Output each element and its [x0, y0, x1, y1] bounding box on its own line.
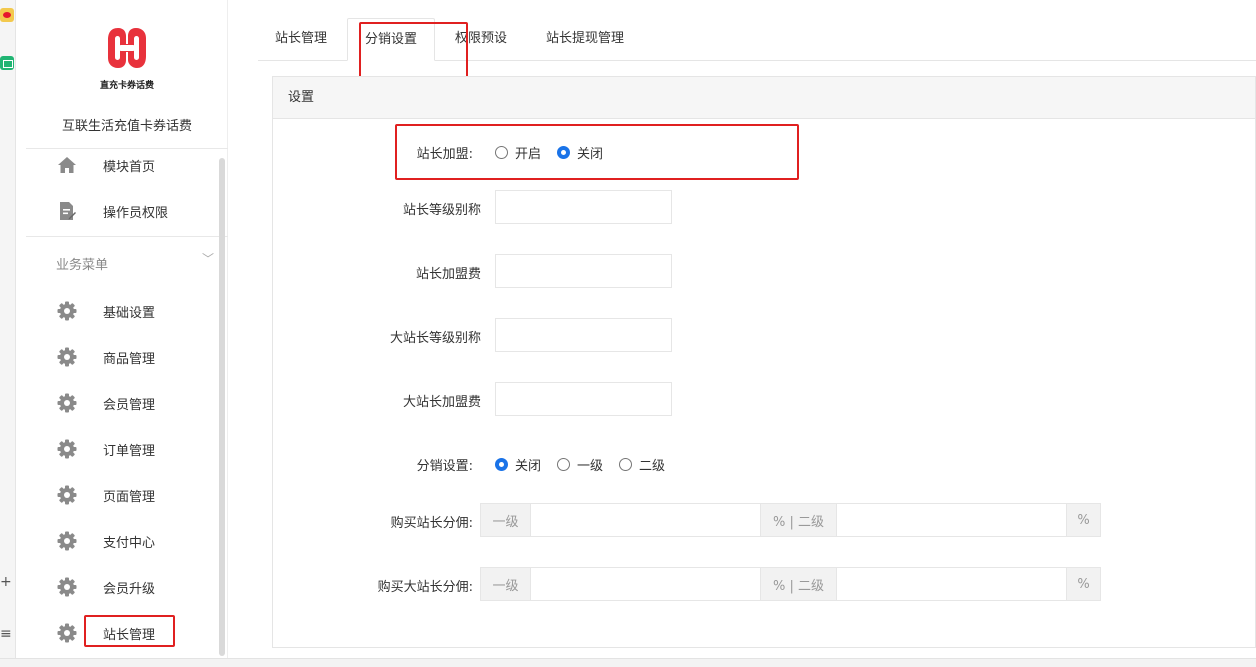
distribution-off-radio[interactable]: 关闭: [495, 455, 541, 474]
radio-label: 关闭: [515, 459, 542, 474]
tab-bar: 站长管理 分销设置 权限预设 站长提现管理: [258, 18, 1256, 61]
form-row: 站长等级别称: [273, 190, 1256, 224]
senior-webmaster-level-alias-input[interactable]: [495, 318, 672, 352]
radio-label: 一级: [577, 459, 604, 474]
form-row: 站长加盟费: [273, 254, 1256, 288]
sidebar-item-member-management[interactable]: 会员管理: [56, 388, 206, 418]
tab-webmaster-withdrawal[interactable]: 站长提现管理: [528, 18, 642, 61]
panel-title: 设置: [273, 77, 1255, 119]
sidebar-item-basic-settings[interactable]: 基础设置: [56, 296, 206, 326]
menu-icon[interactable]: ≡: [0, 626, 12, 642]
gear-icon: [56, 622, 78, 644]
sidebar-item-label: 站长管理: [103, 627, 156, 643]
senior-webmaster-join-fee-input[interactable]: [495, 382, 672, 416]
distribution-level2-radio[interactable]: 二级: [619, 455, 665, 474]
home-icon: [56, 154, 78, 176]
section-title-business-menu[interactable]: 业务菜单: [56, 254, 108, 273]
browser-side-strip: + ≡: [0, 0, 16, 667]
webmaster-commission-group: 一级 % | 二级 %: [480, 503, 1101, 537]
webmaster-join-row: 站长加盟: 开启 关闭: [273, 141, 1256, 162]
sidebar-divider: [26, 236, 228, 237]
form-row: 大站长等级别称: [273, 318, 1256, 352]
radio-dot: [557, 458, 570, 471]
sidebar-item-webmaster-management[interactable]: 站长管理: [56, 618, 206, 648]
radio-dot: [557, 146, 570, 159]
sidebar-item-order-management[interactable]: 订单管理: [56, 434, 206, 464]
webmaster-join-label: 站长加盟:: [416, 147, 473, 162]
sidebar: 直充卡券话费 互联生活充值卡券话费 模块首页 操作员权限 业务菜单 ﹀ 基础设置…: [26, 0, 228, 667]
level1-addon: 一级: [481, 504, 531, 536]
sidebar-item-label: 支付中心: [103, 535, 156, 551]
distribution-settings-label: 分销设置:: [416, 459, 473, 474]
senior-level2-commission-input[interactable]: [837, 568, 1066, 600]
mail-icon[interactable]: [0, 56, 14, 70]
gear-icon: [56, 484, 78, 506]
settings-panel: 设置 站长加盟: 开启 关闭 站长等级别称 站长加盟费 大站长等级别称 大站长加…: [272, 76, 1256, 648]
sidebar-item-label: 操作员权限: [103, 205, 169, 221]
senior-webmaster-level-alias-label: 大站长等级别称: [389, 331, 481, 346]
percent-level2-addon: % | 二级: [760, 568, 837, 600]
commission-row: 购买大站长分佣: 一级 % | 二级 %: [273, 567, 1256, 601]
sidebar-item-module-home[interactable]: 模块首页: [56, 150, 206, 180]
sidebar-scrollbar[interactable]: [219, 158, 225, 656]
sidebar-item-label: 订单管理: [103, 443, 156, 459]
gear-icon: [56, 392, 78, 414]
sidebar-item-page-management[interactable]: 页面管理: [56, 480, 206, 510]
senior-level1-commission-input[interactable]: [531, 568, 760, 600]
webmaster-join-fee-input[interactable]: [495, 254, 672, 288]
sidebar-item-operator-permissions[interactable]: 操作员权限: [56, 196, 206, 226]
document-edit-icon: [56, 200, 78, 222]
app-name: 互联生活充值卡券话费: [61, 119, 192, 134]
chevron-down-icon[interactable]: ﹀: [202, 250, 214, 267]
sidebar-item-label: 模块首页: [103, 159, 156, 175]
percent-addon: %: [1066, 568, 1100, 600]
plus-icon[interactable]: +: [0, 574, 12, 590]
weibo-icon[interactable]: [0, 8, 14, 22]
percent-addon: %: [1066, 504, 1100, 536]
webmaster-level2-commission-input[interactable]: [837, 504, 1066, 536]
join-close-radio[interactable]: 关闭: [557, 143, 603, 162]
senior-webmaster-join-fee-label: 大站长加盟费: [402, 395, 481, 410]
sidebar-item-label: 会员升级: [103, 581, 156, 597]
sidebar-item-label: 会员管理: [103, 397, 156, 413]
webmaster-level1-commission-input[interactable]: [531, 504, 760, 536]
radio-dot: [495, 146, 508, 159]
senior-webmaster-commission-label: 购买大站长分佣:: [377, 580, 473, 595]
webmaster-join-fee-label: 站长加盟费: [415, 267, 481, 282]
sidebar-item-label: 页面管理: [103, 489, 156, 505]
sidebar-item-member-upgrade[interactable]: 会员升级: [56, 572, 206, 602]
level1-addon: 一级: [481, 568, 531, 600]
gear-icon: [56, 346, 78, 368]
webmaster-commission-label: 购买站长分佣:: [390, 516, 473, 531]
sidebar-divider: [26, 148, 228, 149]
radio-label: 二级: [639, 459, 666, 474]
tab-permission-presets[interactable]: 权限预设: [438, 18, 524, 61]
bottom-status-bar: [0, 658, 1256, 667]
webmaster-level-alias-input[interactable]: [495, 190, 672, 224]
radio-dot: [495, 458, 508, 471]
distribution-row: 分销设置: 关闭 一级 二级: [273, 453, 1256, 474]
gear-icon: [56, 576, 78, 598]
tab-webmaster-management[interactable]: 站长管理: [258, 18, 344, 61]
tab-distribution-settings[interactable]: 分销设置: [347, 18, 435, 61]
sidebar-item-product-management[interactable]: 商品管理: [56, 342, 206, 372]
radio-label: 关闭: [577, 147, 604, 162]
sidebar-item-payment-center[interactable]: 支付中心: [56, 526, 206, 556]
radio-label: 开启: [515, 147, 542, 162]
percent-level2-addon: % | 二级: [760, 504, 837, 536]
join-open-radio[interactable]: 开启: [495, 143, 541, 162]
gear-icon: [56, 438, 78, 460]
sidebar-item-label: 商品管理: [103, 351, 156, 367]
commission-row: 购买站长分佣: 一级 % | 二级 %: [273, 503, 1256, 537]
logo-caption: 直充卡券话费: [99, 81, 154, 91]
gear-icon: [56, 530, 78, 552]
brand-logo: [108, 28, 146, 68]
senior-webmaster-commission-group: 一级 % | 二级 %: [480, 567, 1101, 601]
webmaster-level-alias-label: 站长等级别称: [402, 203, 481, 218]
sidebar-item-label: 基础设置: [103, 305, 156, 321]
form-row: 大站长加盟费: [273, 382, 1256, 416]
distribution-level1-radio[interactable]: 一级: [557, 455, 603, 474]
radio-dot: [619, 458, 632, 471]
gear-icon: [56, 300, 78, 322]
